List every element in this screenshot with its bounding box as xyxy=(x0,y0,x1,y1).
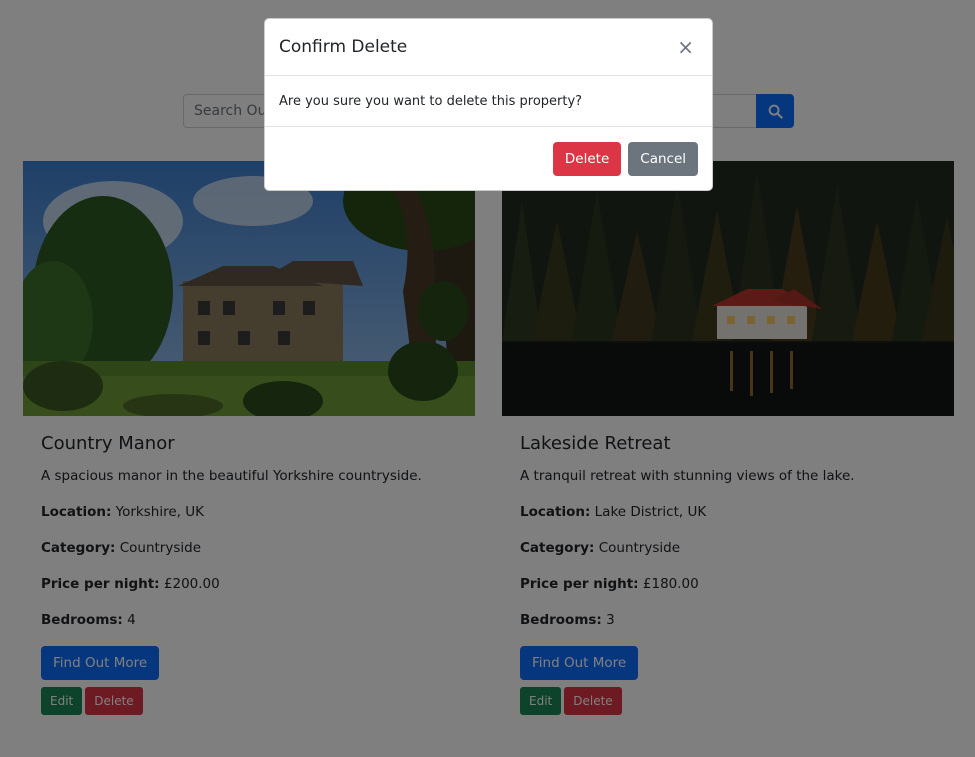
page: Country Manor A spacious manor in the be… xyxy=(0,0,975,757)
cancel-button[interactable]: Cancel xyxy=(628,141,698,176)
confirm-delete-modal: Confirm Delete × Are you sure you want t… xyxy=(264,18,713,191)
modal-body: Are you sure you want to delete this pro… xyxy=(265,76,712,127)
close-icon[interactable]: × xyxy=(673,37,698,57)
modal-title: Confirm Delete xyxy=(279,37,408,57)
modal-header: Confirm Delete × xyxy=(265,19,712,76)
confirm-delete-button[interactable]: Delete xyxy=(552,141,622,176)
modal-message: Are you sure you want to delete this pro… xyxy=(279,93,583,109)
modal-footer: Delete Cancel xyxy=(265,127,712,190)
